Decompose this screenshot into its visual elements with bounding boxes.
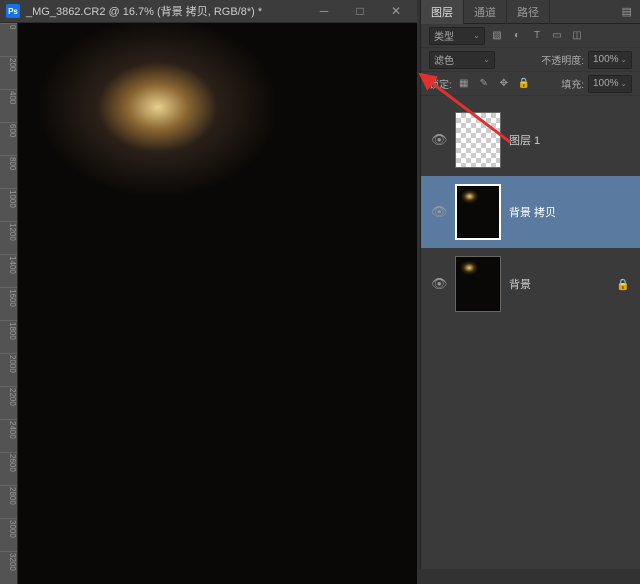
lock-position-icon[interactable]: ✥ (496, 76, 512, 92)
chevron-down-icon: ⌄ (483, 55, 490, 64)
layer-thumbnail[interactable] (455, 256, 501, 312)
maximize-button[interactable]: □ (345, 0, 375, 22)
ruler-tick: 2000 (0, 353, 17, 386)
fill-value: 100% (593, 78, 619, 89)
tab-paths[interactable]: 路径 (507, 0, 550, 24)
lock-transparent-icon[interactable]: ▦ (456, 76, 472, 92)
lock-row: 锁定: ▦ ✎ ✥ 🔒 填充: 100% ⌄ (421, 72, 640, 96)
ruler-tick: 3000 (0, 518, 17, 551)
canvas[interactable] (18, 23, 417, 584)
visibility-icon[interactable]: 👁 (431, 132, 447, 148)
filter-smart-icon[interactable]: ◫ (569, 28, 585, 44)
filter-adjust-icon[interactable]: ◐ (509, 28, 525, 44)
layer-name[interactable]: 背景 拷贝 (509, 204, 556, 220)
layer-thumbnail[interactable] (455, 112, 501, 168)
chevron-down-icon: ⌄ (620, 55, 627, 64)
ruler-vertical: 0200400600800100012001400160018002000220… (0, 23, 18, 584)
fill-label: 填充: (561, 76, 584, 91)
ruler-tick: 2200 (0, 386, 17, 419)
close-button[interactable]: ✕ (381, 0, 411, 22)
minimize-button[interactable]: ─ (309, 0, 339, 22)
lock-label: 锁定: (429, 76, 452, 91)
ruler-tick: 400 (0, 89, 17, 122)
document-window: Ps _MG_3862.CR2 @ 16.7% (背景 拷贝, RGB/8*) … (0, 0, 417, 569)
panel-menu-icon[interactable]: ▤ (618, 5, 636, 18)
blend-mode-label: 滤色 (434, 52, 454, 67)
titlebar: Ps _MG_3862.CR2 @ 16.7% (背景 拷贝, RGB/8*) … (0, 0, 417, 22)
document-title: _MG_3862.CR2 @ 16.7% (背景 拷贝, RGB/8*) * (26, 3, 303, 19)
lock-paint-icon[interactable]: ✎ (476, 76, 492, 92)
layer-name[interactable]: 图层 1 (509, 132, 540, 148)
blend-mode-select[interactable]: 滤色 ⌄ (429, 51, 495, 69)
opacity-value: 100% (593, 54, 619, 65)
lock-all-icon[interactable]: 🔒 (516, 76, 532, 92)
layer-list: 👁 图层 1 👁 背景 拷贝 👁 背景 🔒 (421, 96, 640, 569)
filter-row: 类型 ⌄ ▧ ◐ T ▭ ◫ (421, 24, 640, 48)
lock-icon: 🔒 (616, 278, 630, 291)
visibility-icon[interactable]: 👁 (431, 204, 447, 220)
chevron-down-icon: ⌄ (620, 79, 627, 88)
ruler-tick: 200 (0, 56, 17, 89)
ruler-tick: 800 (0, 155, 17, 188)
layer-thumbnail[interactable] (455, 184, 501, 240)
ruler-tick: 0 (0, 23, 17, 56)
ruler-tick: 1800 (0, 320, 17, 353)
ruler-tick: 1000 (0, 188, 17, 221)
canvas-wrap: 0200400600800100012001400160018002000220… (0, 23, 417, 584)
ruler-tick: 600 (0, 122, 17, 155)
filter-image-icon[interactable]: ▧ (489, 28, 505, 44)
layers-panel: 图层 通道 路径 ▤ 类型 ⌄ ▧ ◐ T ▭ ◫ 滤色 ⌄ 不透明度: 100… (420, 0, 640, 569)
blend-row: 滤色 ⌄ 不透明度: 100% ⌄ (421, 48, 640, 72)
panel-tabs: 图层 通道 路径 ▤ (421, 0, 640, 24)
ruler-tick: 2800 (0, 485, 17, 518)
layer-item[interactable]: 👁 背景 拷贝 (421, 176, 640, 248)
filter-type-icon[interactable]: T (529, 28, 545, 44)
filter-kind-select[interactable]: 类型 ⌄ (429, 27, 485, 45)
ruler-tick: 1200 (0, 221, 17, 254)
tab-channels[interactable]: 通道 (464, 0, 507, 24)
layer-item[interactable]: 👁 背景 🔒 (421, 248, 640, 320)
opacity-label: 不透明度: (541, 52, 584, 67)
chevron-down-icon: ⌄ (473, 31, 480, 40)
ruler-tick: 2600 (0, 452, 17, 485)
ruler-tick: 2400 (0, 419, 17, 452)
opacity-select[interactable]: 100% ⌄ (588, 51, 632, 69)
app-icon: Ps (6, 4, 20, 18)
tab-layers[interactable]: 图层 (421, 0, 464, 24)
ruler-tick: 3200 (0, 551, 17, 584)
ruler-tick: 1400 (0, 254, 17, 287)
visibility-icon[interactable]: 👁 (431, 276, 447, 292)
filter-shape-icon[interactable]: ▭ (549, 28, 565, 44)
layer-name[interactable]: 背景 (509, 276, 531, 292)
ruler-tick: 1600 (0, 287, 17, 320)
layer-item[interactable]: 👁 图层 1 (421, 104, 640, 176)
fill-select[interactable]: 100% ⌄ (588, 75, 632, 93)
filter-kind-label: 类型 (434, 28, 454, 43)
